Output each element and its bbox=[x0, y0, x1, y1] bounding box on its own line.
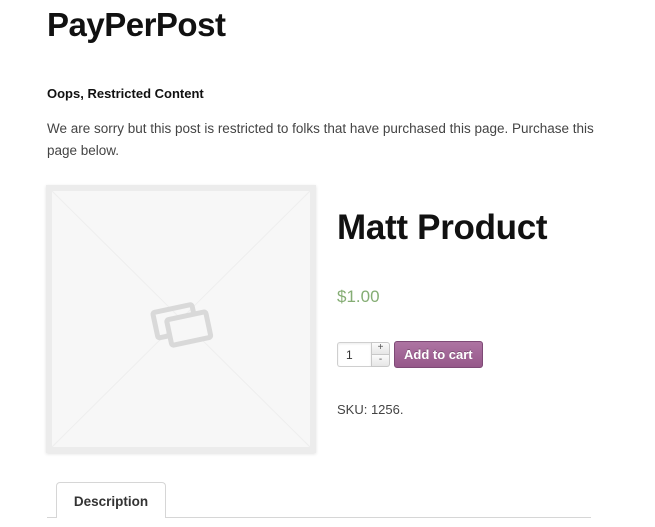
tab-description[interactable]: Description bbox=[56, 482, 166, 518]
site-title[interactable]: PayPerPost bbox=[47, 6, 226, 44]
product-image-placeholder[interactable] bbox=[46, 185, 316, 453]
restricted-notice-heading: Oops, Restricted Content bbox=[47, 86, 204, 101]
quantity-decrement-button[interactable]: - bbox=[371, 355, 390, 367]
add-to-cart-form: + - Add to cart bbox=[337, 341, 483, 368]
add-to-cart-button[interactable]: Add to cart bbox=[394, 341, 483, 368]
placeholder-image-icon bbox=[52, 191, 310, 447]
product-title: Matt Product bbox=[337, 208, 548, 247]
restricted-notice-text: We are sorry but this post is restricted… bbox=[47, 121, 594, 158]
quantity-stepper: + - bbox=[371, 342, 390, 367]
product-price: $1.00 bbox=[337, 287, 380, 306]
quantity-input[interactable] bbox=[337, 342, 371, 367]
product-sku: SKU: 1256. bbox=[337, 402, 404, 417]
